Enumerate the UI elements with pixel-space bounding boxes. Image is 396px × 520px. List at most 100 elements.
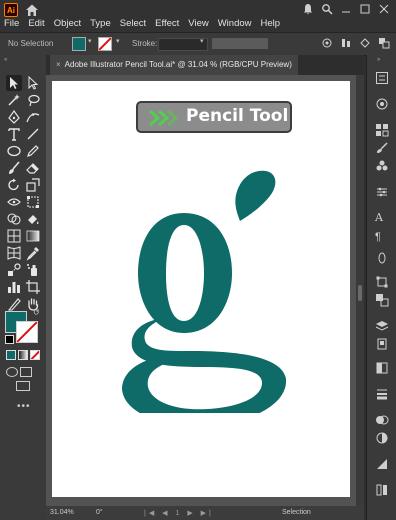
fill-color-swatch[interactable]	[72, 37, 86, 51]
direct-selection-tool-icon[interactable]	[25, 75, 41, 91]
magic-wand-tool-icon[interactable]	[6, 92, 22, 108]
recolor-icon[interactable]	[321, 37, 333, 49]
menu-help[interactable]: Help	[261, 18, 281, 29]
menu-effect[interactable]: Effect	[155, 18, 179, 29]
graphic-styles-icon[interactable]	[375, 457, 389, 471]
title-banner: Pencil Tool	[136, 101, 292, 133]
slice-tool-icon[interactable]	[6, 296, 22, 312]
libraries-icon[interactable]	[375, 483, 389, 497]
pen-tool-icon[interactable]	[6, 109, 22, 125]
chevron-down-icon[interactable]: ▾	[116, 38, 122, 45]
double-chevron-icon	[149, 109, 178, 127]
menu-type[interactable]: Type	[90, 18, 111, 29]
variable-width-profile-dropdown[interactable]	[212, 38, 268, 49]
status-text: Selection	[282, 509, 311, 516]
window-controls	[302, 2, 390, 15]
tools-panel: «	[0, 55, 47, 520]
close-window-icon[interactable]	[378, 2, 390, 14]
artboard-navigation[interactable]: |◀ ◀ 1 ▶ ▶|	[144, 509, 214, 517]
lasso-tool-icon[interactable]	[25, 92, 41, 108]
line-tool-icon[interactable]	[25, 126, 41, 142]
selection-status: No Selection	[8, 39, 54, 48]
control-bar-icons	[321, 37, 390, 49]
live-paint-tool-icon[interactable]	[25, 211, 41, 227]
artboard-tool-icon[interactable]	[25, 279, 41, 295]
perspective-grid-tool-icon[interactable]	[6, 228, 22, 244]
pathfinder-icon[interactable]	[375, 293, 389, 307]
transparency-icon[interactable]	[375, 413, 389, 427]
main-menu: File Edit Object Type Select Effect View…	[4, 18, 289, 29]
shape-builder-tool-icon[interactable]	[6, 211, 22, 227]
chevron-down-icon[interactable]: ▾	[88, 38, 94, 45]
gradient-tool-icon[interactable]	[25, 228, 41, 244]
rotate-tool-icon[interactable]	[6, 177, 22, 193]
menu-bar: Ai File Edit Object Type Select Effect V…	[0, 0, 396, 32]
menu-object[interactable]: Object	[54, 18, 81, 29]
free-transform-tool-icon[interactable]	[25, 194, 41, 210]
rotation-value[interactable]: 0°	[96, 509, 103, 516]
artboard[interactable]: Pencil Tool	[52, 81, 350, 497]
arrange-icon[interactable]	[378, 37, 390, 49]
chevron-down-icon[interactable]: ▾	[200, 38, 206, 45]
scrollbar-thumb[interactable]	[358, 285, 362, 301]
letter-g-artwork[interactable]	[122, 163, 292, 413]
blend-tool-icon[interactable]	[6, 262, 22, 278]
opentype-icon[interactable]	[375, 251, 389, 265]
align-icon[interactable]	[340, 37, 352, 49]
panel-collapse-arrow[interactable]: »	[377, 57, 380, 63]
symbol-sprayer-tool-icon[interactable]	[25, 262, 41, 278]
panel-dock: » A ¶	[366, 55, 396, 520]
artboards-icon[interactable]	[375, 337, 389, 351]
hand-tool-icon[interactable]	[25, 296, 41, 312]
status-bar: 31.04% 0° |◀ ◀ 1 ▶ ▶| Selection	[46, 506, 364, 520]
appearance-icon[interactable]	[375, 431, 389, 445]
type-tool-icon[interactable]	[6, 126, 22, 142]
mesh-tool-icon[interactable]	[6, 245, 22, 261]
vertical-scrollbar[interactable]	[356, 75, 364, 506]
gradient-panel-icon[interactable]	[375, 361, 389, 375]
character-icon[interactable]: A	[375, 211, 389, 225]
properties-icon[interactable]	[375, 71, 389, 85]
search-icon[interactable]	[321, 2, 333, 15]
scale-tool-icon[interactable]	[25, 177, 41, 193]
layers-icon[interactable]	[375, 319, 389, 333]
bell-icon[interactable]	[302, 2, 314, 15]
column-graph-tool-icon[interactable]	[6, 279, 22, 295]
maximize-icon[interactable]	[359, 2, 371, 14]
menu-select[interactable]: Select	[120, 18, 146, 29]
menu-view[interactable]: View	[188, 18, 208, 29]
eyedropper-tool-icon[interactable]	[25, 245, 41, 261]
transform-icon[interactable]	[359, 37, 371, 49]
color-guide-icon[interactable]	[375, 97, 389, 111]
stroke-panel-icon[interactable]	[375, 387, 389, 401]
stroke-color-swatch[interactable]	[98, 37, 112, 51]
pencil-tool-icon[interactable]	[25, 143, 41, 159]
minimize-icon[interactable]	[340, 2, 352, 14]
document-tab-bar: × Adobe Illustrator Pencil Tool.ai* @ 31.…	[46, 55, 364, 75]
ellipse-tool-icon[interactable]	[6, 143, 22, 159]
align-panel-icon[interactable]	[375, 185, 389, 199]
menu-file[interactable]: File	[4, 18, 19, 29]
menu-window[interactable]: Window	[218, 18, 252, 29]
curvature-tool-icon[interactable]	[25, 109, 41, 125]
brushes-icon[interactable]	[375, 141, 389, 155]
control-bar: No Selection ▾ ▾ Stroke: ▾	[0, 32, 396, 56]
swatches-icon[interactable]	[375, 123, 389, 137]
document-tab[interactable]: × Adobe Illustrator Pencil Tool.ai* @ 31.…	[50, 55, 298, 75]
menu-edit[interactable]: Edit	[28, 18, 44, 29]
zoom-level[interactable]: 31.04%	[50, 509, 74, 516]
close-tab-icon[interactable]: ×	[56, 60, 61, 69]
width-tool-icon[interactable]	[6, 194, 22, 210]
symbols-icon[interactable]	[375, 159, 389, 173]
transform-panel-icon[interactable]	[375, 275, 389, 289]
stroke-label: Stroke:	[132, 39, 158, 48]
document-tab-title: Adobe Illustrator Pencil Tool.ai* @ 31.0…	[64, 60, 292, 69]
eraser-tool-icon[interactable]	[25, 160, 41, 176]
paragraph-icon[interactable]: ¶	[375, 231, 389, 245]
app-logo: Ai	[4, 3, 18, 17]
paintbrush-tool-icon[interactable]	[6, 160, 22, 176]
selection-tool-icon[interactable]	[6, 75, 22, 91]
canvas-area[interactable]: Pencil Tool	[46, 75, 356, 506]
tools-collapse-arrow[interactable]: «	[4, 57, 7, 63]
home-icon[interactable]	[25, 3, 39, 17]
